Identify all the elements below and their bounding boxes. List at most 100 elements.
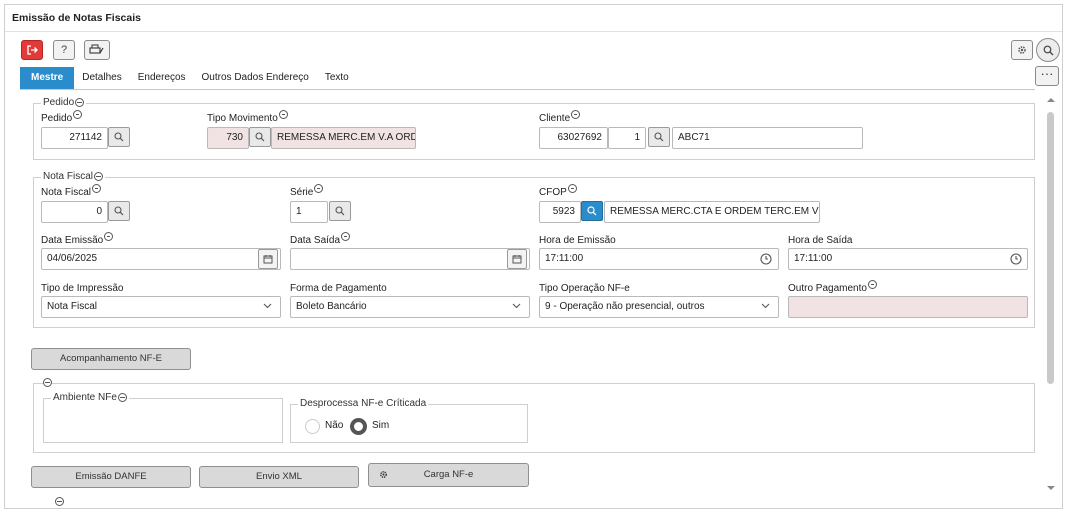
pedido-input[interactable]: 271142 <box>41 127 108 149</box>
clock-icon[interactable] <box>1010 253 1022 265</box>
tipo-operacao-select[interactable]: 9 - Operação não presencial, outros <box>539 296 779 318</box>
data-emissao-label: Data Emissão <box>41 232 114 246</box>
calendar-icon <box>263 255 273 264</box>
scrollbar-thumb[interactable] <box>1047 112 1054 384</box>
tipo-impressao-select[interactable]: Nota Fiscal <box>41 296 281 318</box>
tipo-movimento-search-button[interactable] <box>249 127 271 147</box>
tipo-movimento-code: 730 <box>207 127 249 149</box>
search-icon <box>114 132 124 142</box>
outro-pagamento-label: Outro Pagamento <box>788 280 877 294</box>
carga-nfe-button[interactable]: Carga NF-e <box>368 463 529 487</box>
pedido-search-button[interactable] <box>108 127 130 147</box>
serie-label: Série <box>290 184 324 198</box>
cfop-code[interactable]: 5923 <box>539 201 581 223</box>
hora-saida-input[interactable]: 17:11:00 <box>788 248 1028 270</box>
pedido-legend: Pedido <box>41 97 87 108</box>
tipo-operacao-label: Tipo Operação NF-e <box>539 283 630 294</box>
collapse-icon[interactable] <box>117 393 127 402</box>
nota-fiscal-legend: Nota Fiscal <box>41 171 106 182</box>
nao-radio-label: Não <box>325 420 344 431</box>
tab-detalhes[interactable]: Detalhes <box>74 67 129 89</box>
data-saida-input[interactable] <box>290 248 530 270</box>
print-button[interactable] <box>84 40 110 60</box>
envio-xml-button[interactable]: Envio XML <box>199 466 359 488</box>
cliente-seq[interactable]: 1 <box>608 127 646 149</box>
lookup-icon <box>73 110 83 119</box>
help-icon: ? <box>60 44 68 56</box>
hora-saida-label: Hora de Saída <box>788 235 853 246</box>
gear-icon <box>380 471 387 478</box>
tipo-movimento-description: REMESSA MERC.EM V.A ORDEM <box>271 127 416 149</box>
nota-fiscal-search-button[interactable] <box>108 201 130 221</box>
search-icon <box>335 206 345 216</box>
serie-search-button[interactable] <box>329 201 351 221</box>
lookup-icon <box>571 110 581 119</box>
tab-bar: Mestre Detalhes Endereços Outros Dados E… <box>20 67 357 89</box>
scroll-up-arrow[interactable] <box>1046 96 1056 104</box>
data-emissao-calendar-button[interactable] <box>258 249 278 269</box>
search-icon <box>255 132 265 142</box>
sim-radio[interactable] <box>350 418 367 435</box>
search-icon <box>1043 45 1053 55</box>
desprocessa-legend: Desprocessa NF-e Críticada <box>298 398 429 409</box>
lookup-icon <box>567 184 577 193</box>
data-saida-calendar-button[interactable] <box>507 249 527 269</box>
cfop-search-button[interactable] <box>581 201 603 221</box>
cliente-name: ABC71 <box>672 127 863 149</box>
acompanhamento-nfe-button[interactable]: Acompanhamento NF-E <box>31 348 191 370</box>
search-icon <box>587 206 597 216</box>
pedido-group-label: Pedido <box>43 97 75 108</box>
hora-emissao-input[interactable]: 17:11:00 <box>539 248 779 270</box>
data-emissao-input[interactable]: 04/06/2025 <box>41 248 281 270</box>
collapse-icon[interactable] <box>43 378 52 387</box>
search-button[interactable] <box>1036 38 1060 62</box>
more-options-button[interactable]: ··· <box>1035 66 1059 86</box>
lookup-icon <box>341 232 351 241</box>
lookup-icon <box>92 184 102 193</box>
settings-button[interactable] <box>1011 40 1033 60</box>
collapse-icon[interactable] <box>75 98 85 107</box>
clock-icon[interactable] <box>760 253 772 265</box>
tipo-movimento-label: Tipo Movimento <box>207 110 288 124</box>
pedido-label: Pedido <box>41 110 83 124</box>
chevron-down-icon <box>761 303 770 309</box>
ambiente-nfe-legend: Ambiente NFe <box>51 392 129 403</box>
pedido-group <box>33 103 1035 160</box>
cliente-search-button[interactable] <box>648 127 670 147</box>
forma-pagamento-label: Forma de Pagamento <box>290 283 387 294</box>
calendar-icon <box>512 255 522 264</box>
print-icon <box>89 44 104 54</box>
chevron-down-icon <box>263 303 272 309</box>
cliente-code[interactable]: 63027692 <box>539 127 608 149</box>
tabs-divider <box>20 89 1035 90</box>
cfop-label: CFOP <box>539 184 577 198</box>
tab-texto[interactable]: Texto <box>317 67 357 89</box>
nao-radio[interactable] <box>305 419 320 434</box>
desprocessa-label: Desprocessa NF-e Críticada <box>300 398 427 409</box>
chevron-down-icon <box>512 303 521 309</box>
forma-pagamento-select[interactable]: Boleto Bancário <box>290 296 530 318</box>
lookup-icon <box>867 280 877 289</box>
title-divider <box>5 31 1062 32</box>
carga-nfe-label: Carga NF-e <box>423 469 474 480</box>
nota-fiscal-input[interactable]: 0 <box>41 201 108 223</box>
nota-fiscal-group-label: Nota Fiscal <box>43 171 94 182</box>
outro-pagamento-input <box>788 296 1028 318</box>
scroll-down-arrow[interactable] <box>1046 484 1056 492</box>
help-button[interactable]: ? <box>53 40 75 60</box>
cliente-label: Cliente <box>539 110 581 124</box>
exit-button[interactable] <box>21 40 43 60</box>
window-title: Emissão de Notas Fiscais <box>12 12 141 24</box>
search-icon <box>114 206 124 216</box>
collapse-icon[interactable] <box>54 497 64 506</box>
tab-mestre[interactable]: Mestre <box>20 67 75 89</box>
tab-enderecos[interactable]: Endereços <box>130 67 194 89</box>
cfop-description: REMESSA MERC.CTA E ORDEM TERC.EM V ORDE <box>604 201 820 223</box>
tab-outros-dados-endereco[interactable]: Outros Dados Endereço <box>194 67 317 89</box>
emissao-danfe-button[interactable]: Emissão DANFE <box>31 466 191 488</box>
collapse-icon[interactable] <box>94 172 104 181</box>
sim-radio-label: Sim <box>372 420 390 431</box>
serie-input[interactable]: 1 <box>290 201 328 223</box>
search-icon <box>654 132 664 142</box>
data-saida-label: Data Saída <box>290 232 351 246</box>
